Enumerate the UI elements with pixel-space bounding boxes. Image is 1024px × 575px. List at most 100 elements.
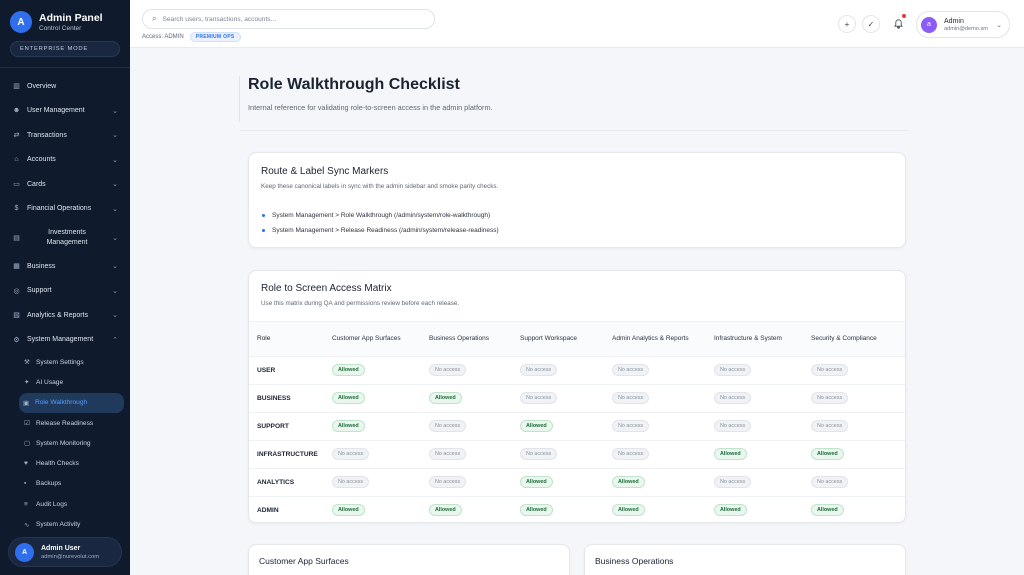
table-row: ADMIN Allowed Allowed Allowed Allowed Allowed… — [249, 496, 905, 524]
sidebar-item-analytics-reports[interactable]: ▧ Analytics & Reports ⌄ — [0, 303, 130, 328]
sidebar-subitem-system-monitoring[interactable]: ▢ System Monitoring — [0, 433, 124, 453]
avatar: a — [921, 16, 937, 33]
no-access-badge: No access — [612, 392, 650, 404]
sidebar-item-transactions[interactable]: ⇄ Transactions ⌄ — [0, 123, 130, 148]
page-title: Role Walkthrough Checklist — [248, 76, 460, 93]
search-box[interactable]: ⌕ — [142, 9, 435, 29]
premium-badge: PREMIUM OPS — [189, 32, 241, 42]
allowed-badge: Allowed — [811, 448, 844, 460]
transfer-icon: ⇄ — [13, 132, 20, 140]
topbar: ⌕ Access: ADMIN PREMIUM OPS + ✓ a Admin … — [130, 0, 1024, 48]
allowed-badge: Allowed — [612, 476, 645, 488]
access-cell: No access — [714, 468, 811, 497]
chevron-down-icon: ⌄ — [112, 234, 118, 242]
card-subtitle: Use this matrix during QA and permission… — [261, 300, 460, 307]
sidebar-item-label: Cards — [27, 180, 46, 188]
search-input[interactable] — [162, 15, 413, 23]
no-access-badge: No access — [811, 420, 849, 432]
sidebar-item-financial-operations[interactable]: $ Financial Operations ⌄ — [0, 197, 130, 222]
box-icon: ▪ — [24, 480, 27, 488]
access-cell: No access — [612, 356, 714, 385]
sidebar-item-overview[interactable]: ▥ Overview — [0, 74, 130, 99]
access-cell: No access — [429, 356, 520, 385]
no-access-badge: No access — [429, 364, 467, 376]
sidebar-item-user-management[interactable]: ☻ User Management ⌄ — [0, 99, 130, 124]
access-cell: Allowed — [714, 496, 811, 524]
sidebar-subitem-ai-usage[interactable]: ✦ AI Usage — [0, 372, 124, 392]
header-divider — [240, 130, 908, 131]
no-access-badge: No access — [332, 476, 370, 488]
check-square-icon: ☑ — [24, 420, 30, 428]
no-access-badge: No access — [332, 448, 370, 460]
no-access-badge: No access — [714, 392, 752, 404]
brand-logo: A — [10, 11, 32, 33]
sidebar-subitem-role-walkthrough[interactable]: ▣ Role Walkthrough — [19, 392, 124, 413]
sidebar-subitem-audit-logs[interactable]: ≡ Audit Logs — [0, 494, 124, 514]
sidebar-subitem-system-settings[interactable]: ⚒ System Settings — [0, 352, 124, 372]
no-access-badge: No access — [714, 476, 752, 488]
sidebar-item-support[interactable]: ◎ Support ⌄ — [0, 279, 130, 304]
access-cell: No access — [612, 440, 714, 469]
chart-icon: ▥ — [13, 83, 20, 91]
sidebar-subitem-health-checks[interactable]: ♥ Health Checks — [0, 453, 124, 473]
brand[interactable]: A Admin Panel Control Center — [0, 0, 130, 33]
chevron-down-icon: ⌄ — [112, 107, 118, 115]
notification-dot — [902, 14, 906, 18]
access-cell: No access — [714, 384, 811, 413]
access-cell: Allowed — [612, 496, 714, 524]
sidebar-item-investments-management[interactable]: ▤ Investments Management ⌄ — [0, 221, 130, 254]
access-cell: No access — [520, 384, 612, 413]
sidebar: A Admin Panel Control Center ENTERPRISE … — [0, 0, 130, 575]
business-ops-card: Business Operations — [584, 544, 906, 575]
no-access-badge: No access — [714, 420, 752, 432]
sidebar-item-label: Business — [27, 262, 56, 270]
plus-icon[interactable]: + — [838, 15, 856, 33]
matrix-header: Role to Screen Access Matrix Use this ma… — [249, 271, 905, 322]
column-header: Security & Compliance — [811, 322, 905, 357]
customer-app-card: Customer App Surfaces — [248, 544, 570, 575]
sidebar-subitem-system-activity[interactable]: ∿ System Activity — [0, 514, 124, 534]
heart-icon: ♥ — [24, 460, 28, 468]
analytics-icon: ▧ — [13, 312, 20, 320]
card-icon: ▭ — [13, 181, 20, 189]
check-circle-icon[interactable]: ✓ — [862, 15, 880, 33]
access-cell: No access — [429, 468, 520, 497]
role-name: SUPPORT — [249, 412, 332, 441]
allowed-badge: Allowed — [332, 420, 365, 432]
bell-icon[interactable] — [889, 14, 907, 33]
sidebar-item-accounts[interactable]: ⌂ Accounts ⌄ — [0, 148, 130, 173]
page-header: Role Walkthrough Checklist Internal refe… — [239, 76, 493, 122]
ai-icon: ✦ — [24, 379, 30, 387]
sidebar-subitem-backups[interactable]: ▪ Backups — [0, 474, 124, 494]
profile-menu[interactable]: a Admin admin@demo.sm ⌄ — [916, 11, 1010, 38]
no-access-badge: No access — [612, 448, 650, 460]
access-cell: No access — [332, 440, 429, 469]
chevron-down-icon: ⌄ — [112, 263, 118, 271]
sidebar-item-label: Overview — [27, 82, 57, 90]
sidebar-item-business[interactable]: ▦ Business ⌄ — [0, 254, 130, 279]
access-cell: Allowed — [811, 440, 905, 469]
mode-badge[interactable]: ENTERPRISE MODE — [10, 41, 120, 57]
sidebar-item-label: Analytics & Reports — [27, 311, 89, 319]
access-cell: No access — [612, 384, 714, 413]
table-row: ANALYTICS No access No access Allowed Allowe… — [249, 468, 905, 497]
user-name: Admin User — [41, 544, 81, 552]
access-cell: Allowed — [332, 384, 429, 413]
marker-list: System Management > Role Walkthrough (/a… — [261, 208, 893, 238]
table-row: BUSINESS Allowed Allowed No access No access… — [249, 384, 905, 413]
sidebar-item-label: Investments Management — [46, 228, 88, 246]
access-cell: No access — [714, 356, 811, 385]
no-access-badge: No access — [429, 420, 467, 432]
allowed-badge: Allowed — [332, 504, 365, 517]
card-title: Route & Label Sync Markers — [261, 166, 389, 177]
sidebar-subitem-release-readiness[interactable]: ☑ Release Readiness — [0, 413, 124, 433]
no-access-badge: No access — [612, 420, 650, 432]
access-matrix-card: Role to Screen Access Matrix Use this ma… — [248, 270, 906, 523]
sidebar-item-cards[interactable]: ▭ Cards ⌄ — [0, 172, 130, 197]
clipboard-icon: ▣ — [23, 399, 30, 407]
sidebar-item-system-management[interactable]: ⚙ System Management ⌃ — [0, 328, 130, 353]
access-cell: Allowed — [520, 496, 612, 524]
role-name: USER — [249, 356, 332, 385]
table-row: SUPPORT Allowed No access Allowed No access N… — [249, 412, 905, 441]
sidebar-user-card[interactable]: A Admin User admin@nurevolut.com — [8, 537, 122, 567]
